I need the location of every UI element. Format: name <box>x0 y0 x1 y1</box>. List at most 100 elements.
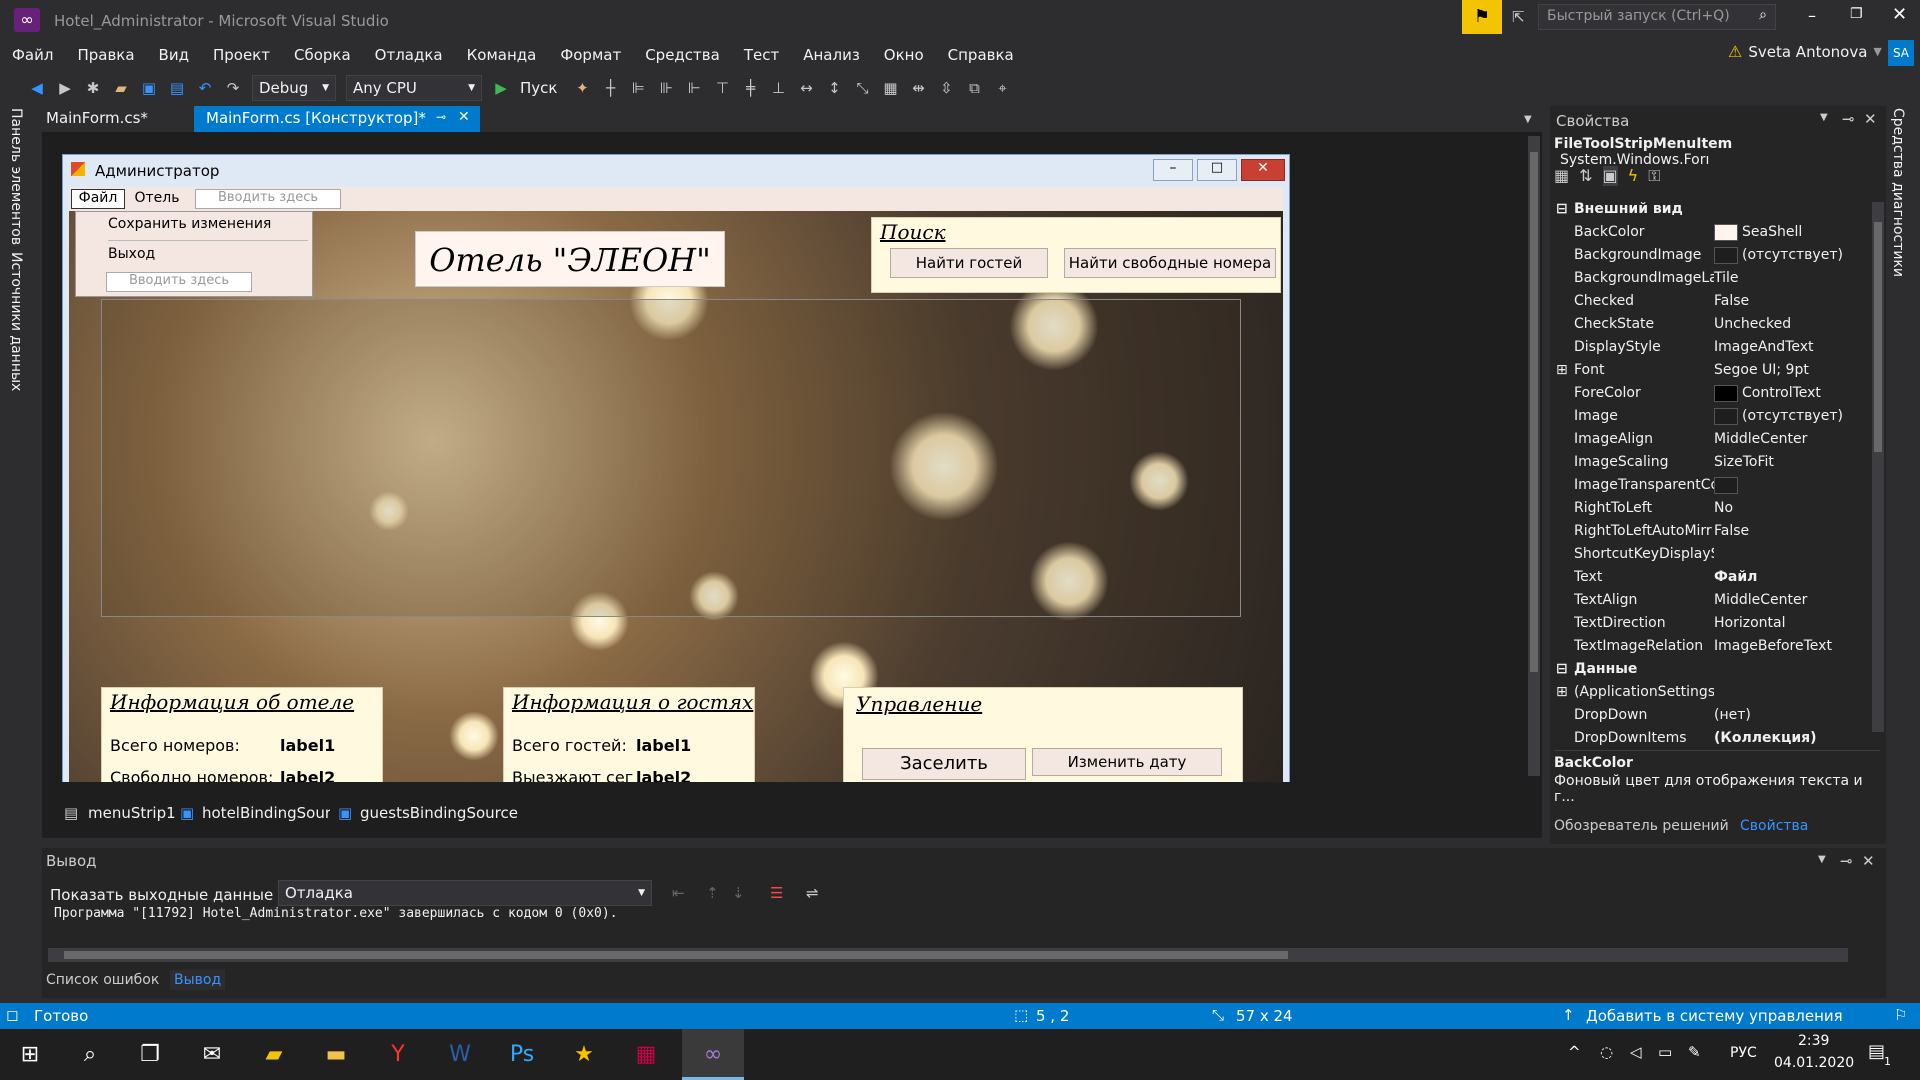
word-icon[interactable]: W <box>444 1039 476 1071</box>
sticky-notes-icon[interactable]: ▰ <box>258 1039 290 1071</box>
property-row[interactable]: Checked False <box>1550 290 1870 313</box>
forward-icon[interactable]: ▶ <box>56 79 74 97</box>
menu-8[interactable]: Средства <box>645 46 720 64</box>
form-menu-placeholder[interactable]: Вводить здесь <box>195 189 341 209</box>
property-value[interactable]: No <box>1714 500 1733 516</box>
category-data[interactable]: ⊟ Данные <box>1550 658 1870 681</box>
menu-7[interactable]: Формат <box>560 46 621 64</box>
form-maximize-button[interactable]: □ <box>1197 159 1237 181</box>
v-spacing-icon[interactable]: ⇳ <box>937 79 955 97</box>
bring-front-icon[interactable]: ⧉ <box>965 79 983 97</box>
tab-properties[interactable]: Свойства <box>1740 818 1808 834</box>
tray-menustrip[interactable]: menuStrip1 <box>88 804 176 822</box>
align-right-icon[interactable]: ⊩ <box>685 79 703 97</box>
tray-hotel-binding[interactable]: hotelBindingSourc <box>202 804 330 822</box>
property-row[interactable]: TextDirection Horizontal <box>1550 612 1870 635</box>
menu-5[interactable]: Отладка <box>375 46 443 64</box>
menu-6[interactable]: Команда <box>467 46 537 64</box>
tab-list-chevron-icon[interactable]: ▼ <box>1524 114 1532 125</box>
notification-icon[interactable]: ⇱ <box>1512 8 1525 26</box>
menu-1[interactable]: Правка <box>77 46 134 64</box>
property-value[interactable]: ImageBeforeText <box>1714 638 1832 654</box>
menu-4[interactable]: Сборка <box>294 46 351 64</box>
property-value[interactable]: Tile <box>1714 270 1739 286</box>
property-value[interactable]: SeaShell <box>1742 224 1802 240</box>
property-row[interactable]: ⊞ (ApplicationSettings <box>1550 681 1870 704</box>
property-value[interactable]: (нет) <box>1714 707 1751 723</box>
config-select[interactable]: Debug ▼ <box>252 75 336 101</box>
property-row[interactable]: Image (отсутствует) <box>1550 405 1870 428</box>
redo-icon[interactable]: ↷ <box>224 79 242 97</box>
data-sources-tab[interactable]: Источники данных <box>8 252 24 391</box>
next-message-icon[interactable]: ⇣ <box>732 884 745 902</box>
same-width-icon[interactable]: ↔ <box>797 79 815 97</box>
property-value[interactable]: MiddleCenter <box>1714 592 1807 608</box>
find-free-rooms-button[interactable]: Найти свободные номера <box>1064 248 1276 278</box>
property-value[interactable]: (отсутствует) <box>1742 408 1843 424</box>
feedback-flag-icon[interactable]: ⚑ <box>1462 0 1502 34</box>
property-row[interactable]: ImageScaling SizeToFit <box>1550 451 1870 474</box>
property-row[interactable]: ⊞ Font Segoe UI; 9pt <box>1550 359 1870 382</box>
expand-icon[interactable]: ⊞ <box>1556 362 1568 378</box>
file-explorer-icon[interactable]: ▬ <box>320 1039 352 1071</box>
property-row[interactable]: DropDown (нет) <box>1550 704 1870 727</box>
toolbox-tab[interactable]: Панель элементов <box>8 108 24 245</box>
property-value[interactable]: SizeToFit <box>1714 454 1774 470</box>
property-row[interactable]: DisplayStyle ImageAndText <box>1550 336 1870 359</box>
property-row[interactable]: ImageAlign MiddleCenter <box>1550 428 1870 451</box>
object-selector[interactable]: FileToolStripMenuItem System.Windows.For… <box>1554 136 1874 168</box>
tab-order-icon[interactable]: ⌖ <box>993 79 1011 97</box>
property-value[interactable]: ImageAndText <box>1714 339 1814 355</box>
menu-2[interactable]: Вид <box>159 46 189 64</box>
language-indicator[interactable]: РУС <box>1730 1045 1757 1061</box>
visual-studio-taskbar-button[interactable]: ∞ <box>682 1029 744 1080</box>
clock-date[interactable]: 04.01.2020 <box>1774 1055 1854 1071</box>
form-menu-file[interactable]: Файл <box>71 189 125 209</box>
property-row[interactable]: RightToLeft No <box>1550 497 1870 520</box>
yandex-browser-icon[interactable]: Y <box>382 1039 414 1071</box>
property-value[interactable]: False <box>1714 293 1749 309</box>
attach-icon[interactable]: ✦ <box>573 79 591 97</box>
property-row[interactable]: ShortcutKeyDisplayS <box>1550 543 1870 566</box>
network-icon[interactable]: ◌ <box>1600 1043 1613 1061</box>
property-row[interactable]: Text Файл <box>1550 566 1870 589</box>
dropdown-placeholder[interactable]: Вводить здесь <box>106 272 252 292</box>
close-icon[interactable]: ✕ <box>1862 852 1875 870</box>
form-menu-hotel[interactable]: Отель <box>129 190 185 206</box>
close-icon[interactable]: ✕ <box>458 109 470 125</box>
menu-item-exit[interactable]: Выход <box>108 246 155 262</box>
menu-9[interactable]: Тест <box>744 46 779 64</box>
winform-window[interactable]: Администратор – □ ✕ Файл Отель Вводить з… <box>62 154 1290 784</box>
platform-select[interactable]: Any CPU ▼ <box>346 75 482 101</box>
collapse-icon[interactable]: ⊟ <box>1556 201 1568 217</box>
align-left-icon[interactable]: ⊫ <box>629 79 647 97</box>
chevron-down-icon[interactable]: ▼ <box>1818 854 1826 865</box>
property-row[interactable]: BackColor SeaShell <box>1550 221 1870 244</box>
minimize-button[interactable]: – <box>1808 6 1816 25</box>
designer-scrollbar[interactable] <box>1528 136 1540 776</box>
winrar-icon[interactable]: ▦ <box>630 1039 662 1071</box>
same-size-icon[interactable]: ⤡ <box>853 79 871 97</box>
property-row[interactable]: TextImageRelation ImageBeforeText <box>1550 635 1870 658</box>
pin-icon[interactable]: ⊸ <box>436 110 446 124</box>
tab-mainform-code[interactable]: MainForm.cs* <box>34 106 190 132</box>
prev-message-icon[interactable]: ⇡ <box>706 884 719 902</box>
form-close-button[interactable]: ✕ <box>1241 159 1285 181</box>
picture-box[interactable] <box>101 299 1241 617</box>
property-row[interactable]: CheckState Unchecked <box>1550 313 1870 336</box>
notifications-icon[interactable]: ⚐ <box>1894 1006 1907 1024</box>
form-minimize-button[interactable]: – <box>1153 159 1193 181</box>
change-departure-button[interactable]: Изменить дату отъезда <box>1032 748 1222 783</box>
property-value[interactable]: False <box>1714 523 1749 539</box>
battery-icon[interactable]: ▭ <box>1658 1043 1672 1061</box>
property-value[interactable]: MiddleCenter <box>1714 431 1807 447</box>
chevron-down-icon[interactable]: ▼ <box>1820 112 1828 123</box>
menu-10[interactable]: Анализ <box>803 46 860 64</box>
tab-output[interactable]: Вывод <box>170 970 226 990</box>
find-message-icon[interactable]: ⇤ <box>672 884 685 902</box>
property-value[interactable]: Файл <box>1714 569 1757 585</box>
property-row[interactable]: BackgroundImage (отсутствует) <box>1550 244 1870 267</box>
alphabetical-icon[interactable]: ⇅ <box>1579 166 1592 186</box>
clear-all-icon[interactable]: ☰ <box>770 884 783 902</box>
property-pages-icon[interactable]: ⚿ <box>1648 166 1660 186</box>
